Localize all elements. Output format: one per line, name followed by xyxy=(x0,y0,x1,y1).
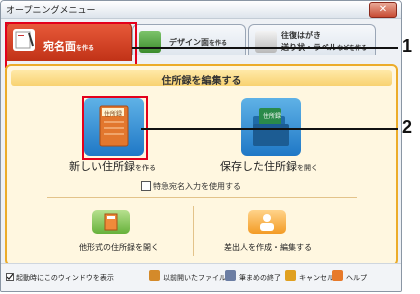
callout-number-1: 1 xyxy=(402,36,413,56)
help-button[interactable]: ヘルプ xyxy=(346,273,367,283)
open-address-book-suffix: を開く xyxy=(297,164,318,172)
sender-button[interactable] xyxy=(248,210,286,234)
opening-menu-window: オープニングメニュー ✕ 宛名面を作る デザイン面を作る 往復はがき 送り状・ラ… xyxy=(0,0,402,292)
callout-number-2: 2 xyxy=(402,117,413,137)
reply-card-icon xyxy=(255,31,277,53)
footer-bar: 起動時にこのウィンドウを表示 以前開いたファイル 筆まめの終了 キャンセル ヘル… xyxy=(1,263,401,291)
section-divider xyxy=(47,197,357,198)
urgent-input-checkbox[interactable] xyxy=(141,181,151,191)
cancel-button[interactable]: キャンセル xyxy=(299,273,334,283)
sender-person-icon xyxy=(260,214,274,231)
tab-design-label: デザイン面 xyxy=(169,38,209,47)
bottom-vertical-divider xyxy=(193,206,194,256)
tab-reply-card[interactable]: 往復はがき 送り状・ラベルなどを作る xyxy=(248,24,376,55)
design-card-icon xyxy=(139,31,161,53)
callout-line-2 xyxy=(141,128,398,130)
open-address-book-icon xyxy=(253,108,289,146)
sender-label: 差出人を作成・編集する xyxy=(224,243,312,252)
title-bar: オープニングメニュー ✕ xyxy=(1,1,401,19)
recent-file-icon xyxy=(149,270,160,281)
callout-highlight-tab xyxy=(5,22,137,68)
other-format-label: 他形式の住所録を開く xyxy=(79,243,159,252)
help-icon xyxy=(332,270,343,281)
tab-reply-line1: 往復はがき xyxy=(281,31,321,40)
exit-button[interactable]: 筆まめの終了 xyxy=(239,273,281,283)
other-format-button[interactable] xyxy=(92,210,130,234)
exit-icon xyxy=(225,270,236,281)
close-button[interactable]: ✕ xyxy=(369,2,397,18)
address-book-panel: 住所録を編集する 住所録 新しい住所録を作る 住所録 保存した住所録を開く 特急… xyxy=(5,64,398,266)
tab-design-suffix: を作る xyxy=(209,40,228,47)
open-address-book-button[interactable]: 住所録 xyxy=(241,98,301,156)
startup-checkbox-label: 起動時にこのウィンドウを表示 xyxy=(16,274,114,282)
import-book-icon xyxy=(104,213,118,231)
recent-files-button[interactable]: 以前開いたファイル xyxy=(163,273,226,283)
section-title: 住所録を編集する xyxy=(161,76,242,87)
urgent-input-label: 特急宛名入力を使用する xyxy=(153,182,241,191)
cancel-x-icon xyxy=(285,270,296,281)
window-title: オープニングメニュー xyxy=(6,6,96,16)
open-address-book-label: 保存した住所録 xyxy=(220,160,297,173)
new-address-book-suffix: を作る xyxy=(135,164,156,172)
new-address-book-label: 新しい住所録 xyxy=(69,160,135,173)
startup-checkbox[interactable] xyxy=(6,273,14,281)
callout-line-1 xyxy=(132,47,398,49)
callout-highlight-new xyxy=(82,96,148,160)
tab-design-side[interactable]: デザイン面を作る xyxy=(132,24,246,55)
open-book-icon-text: 住所録 xyxy=(263,113,282,120)
